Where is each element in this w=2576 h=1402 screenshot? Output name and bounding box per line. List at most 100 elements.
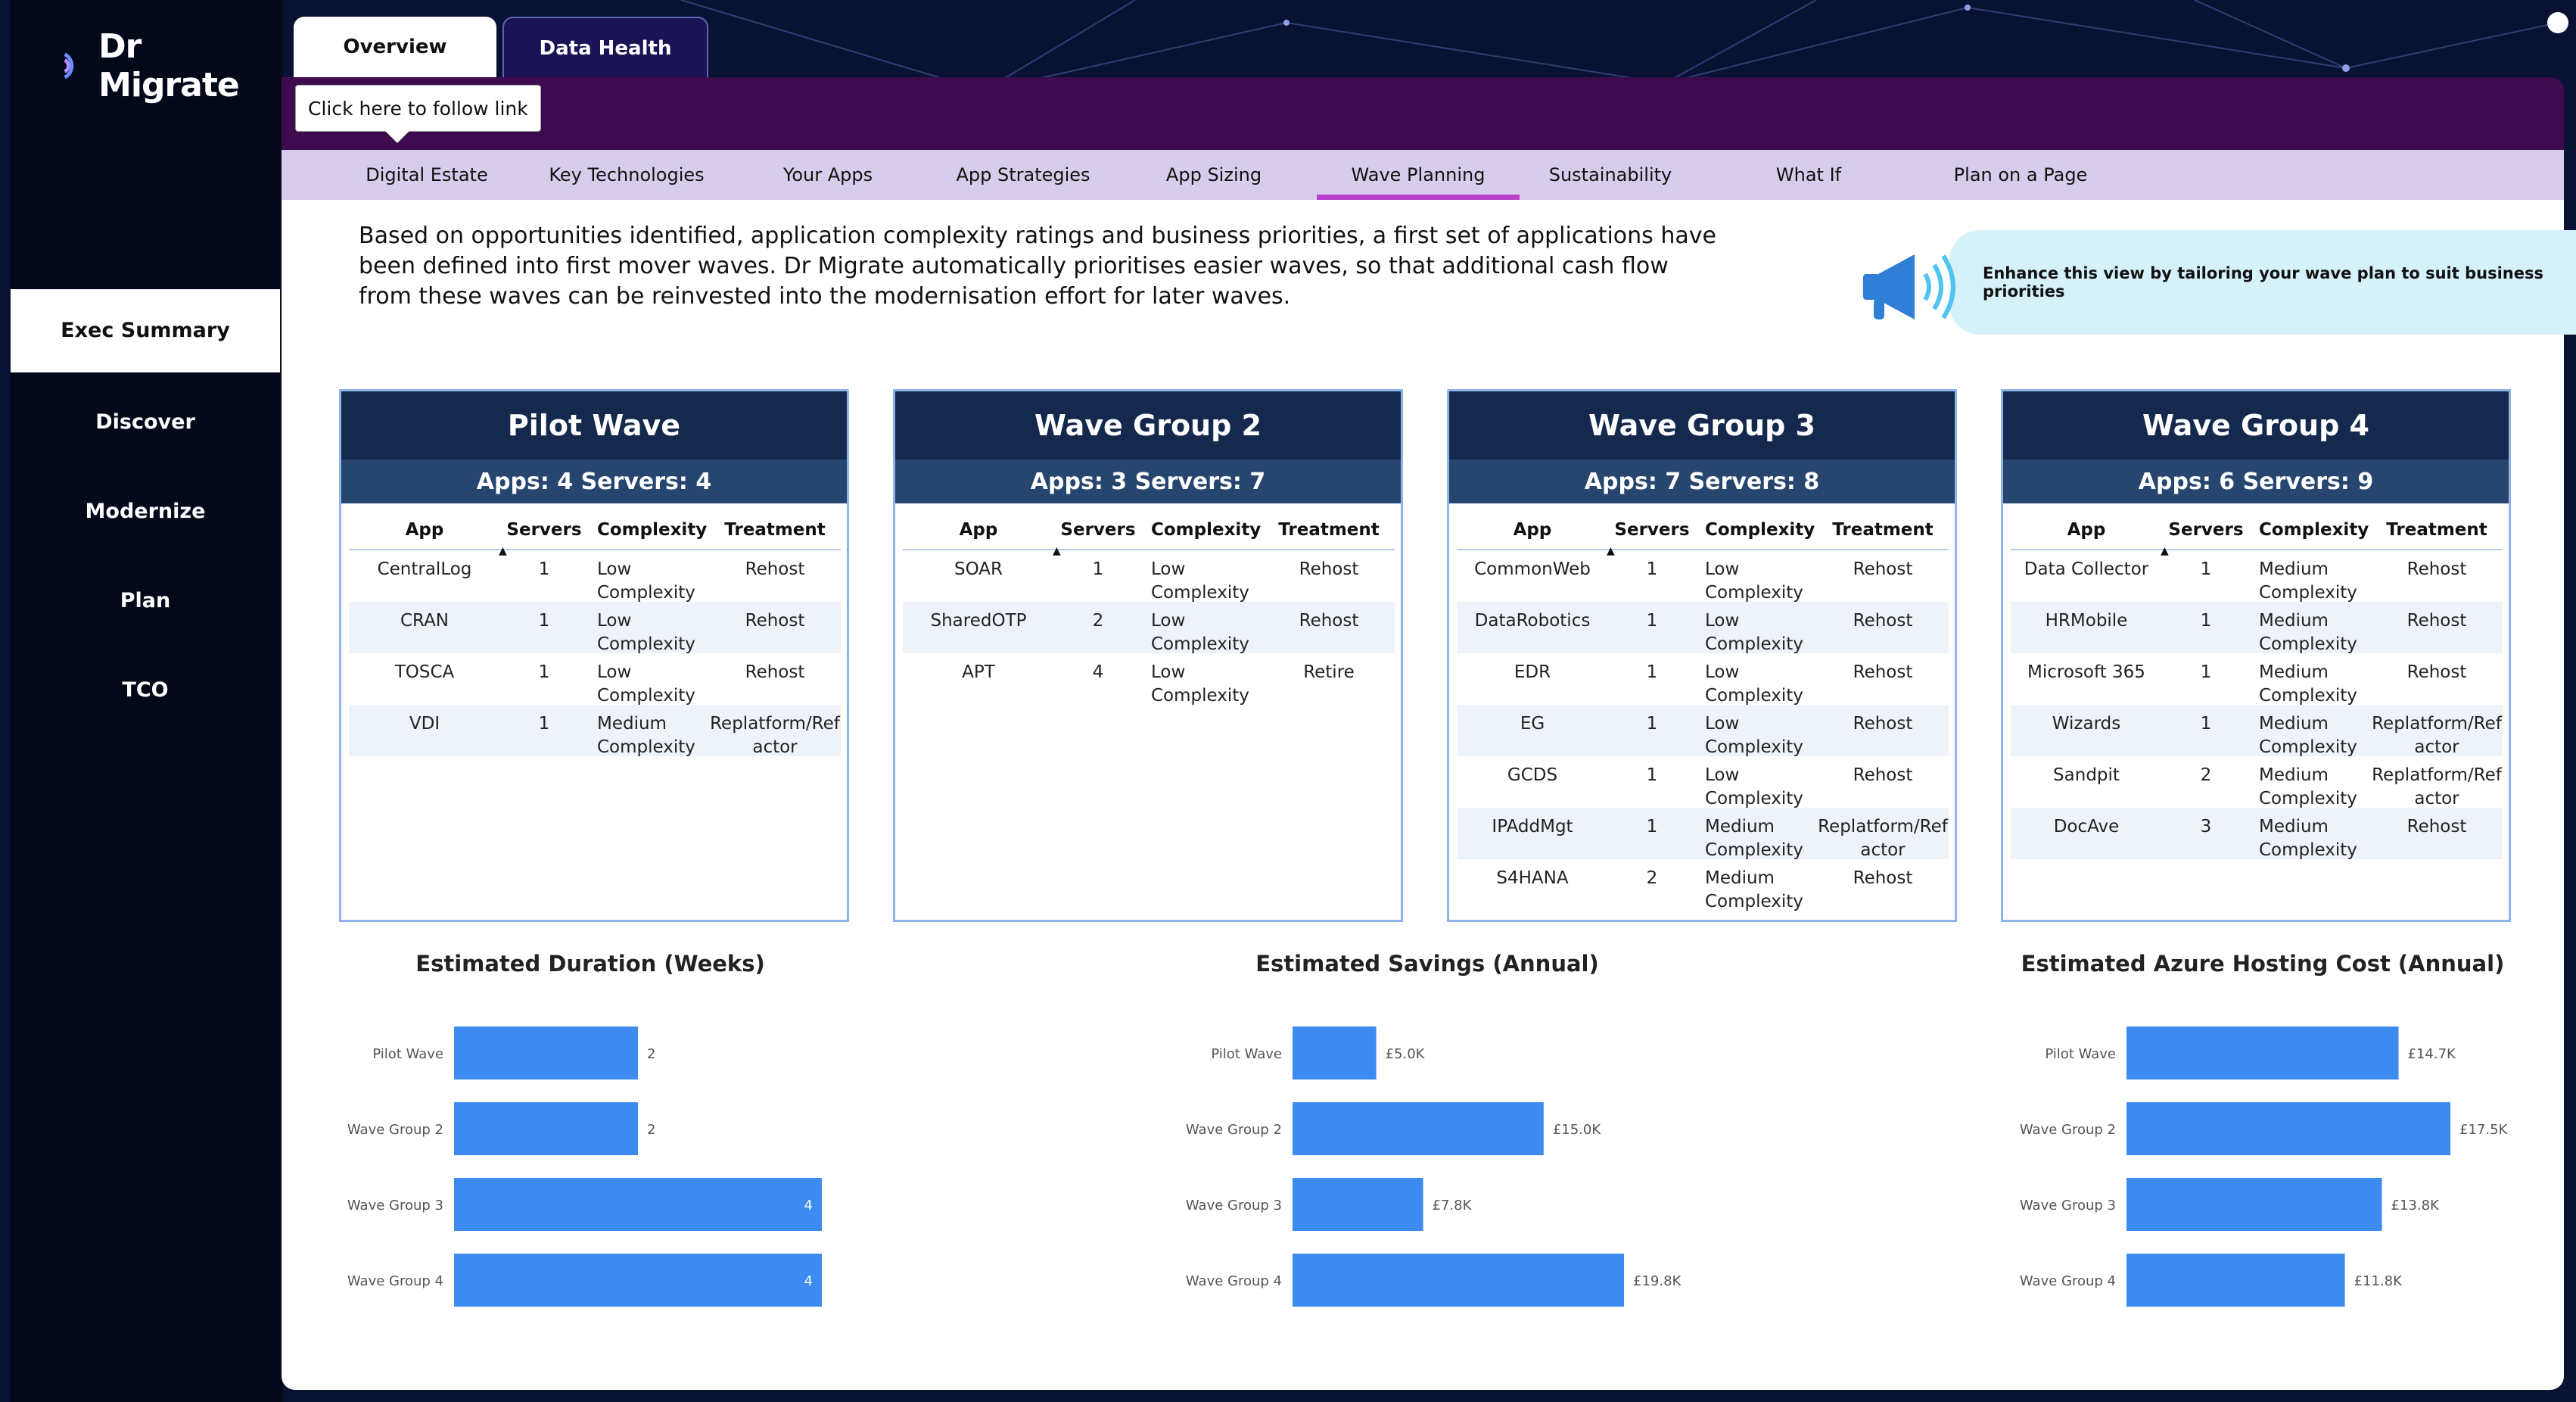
category-label: Pilot Wave	[2045, 1046, 2116, 1062]
bar[interactable]	[454, 1254, 822, 1307]
sidebar-item-exec-summary[interactable]: Exec Summary	[11, 289, 280, 372]
table-row[interactable]: TOSCA 1 Low Complexity Rehost	[349, 653, 841, 706]
cell-treatment: Rehost	[1299, 611, 1359, 631]
table-row[interactable]: APT 4 Low Complexity Retire	[903, 653, 1395, 706]
table-row[interactable]: Data Collector 1 Medium Complexity Rehost	[2011, 550, 2503, 603]
column-header-servers[interactable]: Servers ▲	[1607, 519, 1696, 557]
subnav-wave-planning[interactable]: Wave Planning	[1317, 150, 1520, 200]
bar[interactable]	[454, 1027, 638, 1080]
wave-card: Wave Group 2 Apps: 3 Servers: 7 App Servers…	[893, 389, 1403, 922]
tip-banner[interactable]: Enhance this view by tailoring your wave…	[1859, 227, 2576, 335]
cell-complexity: Medium Complexity	[2259, 714, 2357, 757]
table-row[interactable]: DataRobotics 1 Low Complexity Rehost	[1457, 602, 1949, 654]
cell-servers: 1	[2200, 559, 2212, 579]
bar[interactable]	[2126, 1027, 2399, 1080]
cell-complexity: Low Complexity	[1151, 662, 1249, 706]
table-row[interactable]: Wizards 1 Medium Complexity Replatform/Refa…	[2011, 705, 2503, 757]
subnav-digital-estate[interactable]: Digital Estate	[336, 150, 518, 200]
data-label: £17.5K	[2459, 1122, 2509, 1138]
cell-app: HRMobile	[2045, 611, 2128, 631]
column-header-complexity[interactable]: Complexity	[1696, 519, 1817, 542]
column-header-servers[interactable]: Servers ▲	[499, 519, 588, 557]
cell-app: Data Collector	[2024, 559, 2149, 579]
chart-title-duration: Estimated Duration (Weeks)	[415, 951, 765, 977]
cell-complexity: Low Complexity	[1705, 765, 1803, 808]
table-row[interactable]: VDI 1 Medium Complexity Replatform/Refactor	[349, 705, 841, 757]
table-row[interactable]: CRAN 1 Low Complexity Rehost	[349, 602, 841, 654]
data-label: £7.8K	[1433, 1198, 1473, 1214]
sidebar-item-plan[interactable]: Plan	[11, 584, 280, 618]
subnav-your-apps[interactable]: Your Apps	[736, 150, 920, 200]
bar[interactable]	[2126, 1102, 2450, 1155]
wave-card-title: Pilot Wave	[341, 391, 847, 460]
category-label: Wave Group 4	[347, 1273, 443, 1289]
bar[interactable]	[2126, 1254, 2345, 1307]
cell-servers: 1	[1646, 817, 1658, 837]
cell-complexity: Low Complexity	[1705, 662, 1803, 706]
dr-migrate-logo[interactable]: Dr Migrate	[59, 27, 283, 104]
table-row[interactable]: EDR 1 Low Complexity Rehost	[1457, 653, 1949, 706]
sidebar-item-modernize[interactable]: Modernize	[11, 495, 280, 528]
cell-servers: 2	[2200, 765, 2212, 785]
table-row[interactable]: S4HANA 2 Medium Complexity Rehost	[1457, 859, 1949, 911]
sidebar-item-discover[interactable]: Discover	[11, 406, 280, 439]
data-label: £15.0K	[1553, 1122, 1602, 1138]
table-row[interactable]: Sandpit 2 Medium Complexity Replatform/Refa…	[2011, 756, 2503, 808]
data-label: £11.8K	[2354, 1273, 2403, 1289]
table-row[interactable]: IPAddMgt 1 Medium Complexity Replatform/Ref…	[1457, 808, 1949, 860]
table-row[interactable]: SharedOTP 2 Low Complexity Rehost	[903, 602, 1395, 654]
subnav-key-technologies[interactable]: Key Technologies	[518, 150, 736, 200]
table-row[interactable]: HRMobile 1 Medium Complexity Rehost	[2011, 602, 2503, 654]
bar[interactable]	[454, 1102, 638, 1155]
cell-servers: 1	[1646, 611, 1658, 631]
tab-data-health[interactable]: Data Health	[502, 17, 708, 79]
bar[interactable]	[2126, 1178, 2382, 1231]
column-header-app[interactable]: App	[2011, 519, 2162, 542]
cell-treatment: Rehost	[1299, 559, 1359, 579]
wave-card-summary: Apps: 3 Servers: 7	[895, 460, 1401, 503]
bar[interactable]	[454, 1178, 822, 1231]
table-row[interactable]: GCDS 1 Low Complexity Rehost	[1457, 756, 1949, 808]
column-header-treatment[interactable]: Treatment	[2371, 519, 2503, 542]
cell-app: CommonWeb	[1474, 559, 1591, 579]
sidebar-item-tco[interactable]: TCO	[11, 674, 280, 707]
bar[interactable]	[1293, 1178, 1423, 1231]
column-header-app[interactable]: App	[903, 519, 1054, 542]
subnav-sustainability[interactable]: Sustainability	[1520, 150, 1701, 200]
wave-card-title: Wave Group 3	[1449, 391, 1955, 460]
subnav-what-if[interactable]: What If	[1701, 150, 1916, 200]
cell-app: APT	[962, 662, 995, 682]
column-header-complexity[interactable]: Complexity	[1142, 519, 1263, 542]
azure-cost-bar-chart: Pilot Wave £14.7K Wave Group 2 £17.5K Wave G…	[2020, 1027, 2509, 1307]
table-row[interactable]: EG 1 Low Complexity Rehost	[1457, 705, 1949, 757]
table-row[interactable]: CentralLog 1 Low Complexity Rehost	[349, 550, 841, 603]
column-header-treatment[interactable]: Treatment	[1263, 519, 1395, 542]
table-row[interactable]: Microsoft 365 1 Medium Complexity Rehost	[2011, 653, 2503, 706]
subnav-plan-on-a-page[interactable]: Plan on a Page	[1916, 150, 2125, 200]
bar[interactable]	[1293, 1027, 1377, 1080]
bar[interactable]	[1293, 1102, 1544, 1155]
subnav-app-sizing[interactable]: App Sizing	[1126, 150, 1302, 200]
cell-complexity: Low Complexity	[597, 662, 695, 706]
cell-complexity: Medium Complexity	[1705, 868, 1803, 911]
table-row[interactable]: SOAR 1 Low Complexity Rehost	[903, 550, 1395, 603]
cell-complexity: Low Complexity	[1151, 559, 1249, 603]
table-row[interactable]: CommonWeb 1 Low Complexity Rehost	[1457, 550, 1949, 603]
column-header-complexity[interactable]: Complexity	[2250, 519, 2371, 542]
table-header-row: App Servers ▲ Complexity Treatment	[2011, 511, 2503, 557]
column-header-treatment[interactable]: Treatment	[1817, 519, 1949, 542]
tab-overview[interactable]: Overview	[294, 17, 496, 77]
subnav-app-strategies[interactable]: App Strategies	[920, 150, 1126, 200]
cell-app: VDI	[409, 714, 440, 734]
column-header-servers[interactable]: Servers ▲	[1053, 519, 1142, 557]
bar[interactable]	[1293, 1254, 1624, 1307]
column-header-complexity[interactable]: Complexity	[588, 519, 709, 542]
cell-app: Microsoft 365	[2027, 662, 2145, 682]
table-row[interactable]: DocAve 3 Medium Complexity Rehost	[2011, 808, 2503, 860]
column-header-app[interactable]: App	[1457, 519, 1608, 542]
column-header-treatment[interactable]: Treatment	[709, 519, 841, 542]
cell-complexity: Low Complexity	[597, 611, 695, 654]
cell-servers: 1	[2200, 662, 2212, 682]
column-header-servers[interactable]: Servers ▲	[2161, 519, 2250, 557]
column-header-app[interactable]: App	[349, 519, 500, 542]
